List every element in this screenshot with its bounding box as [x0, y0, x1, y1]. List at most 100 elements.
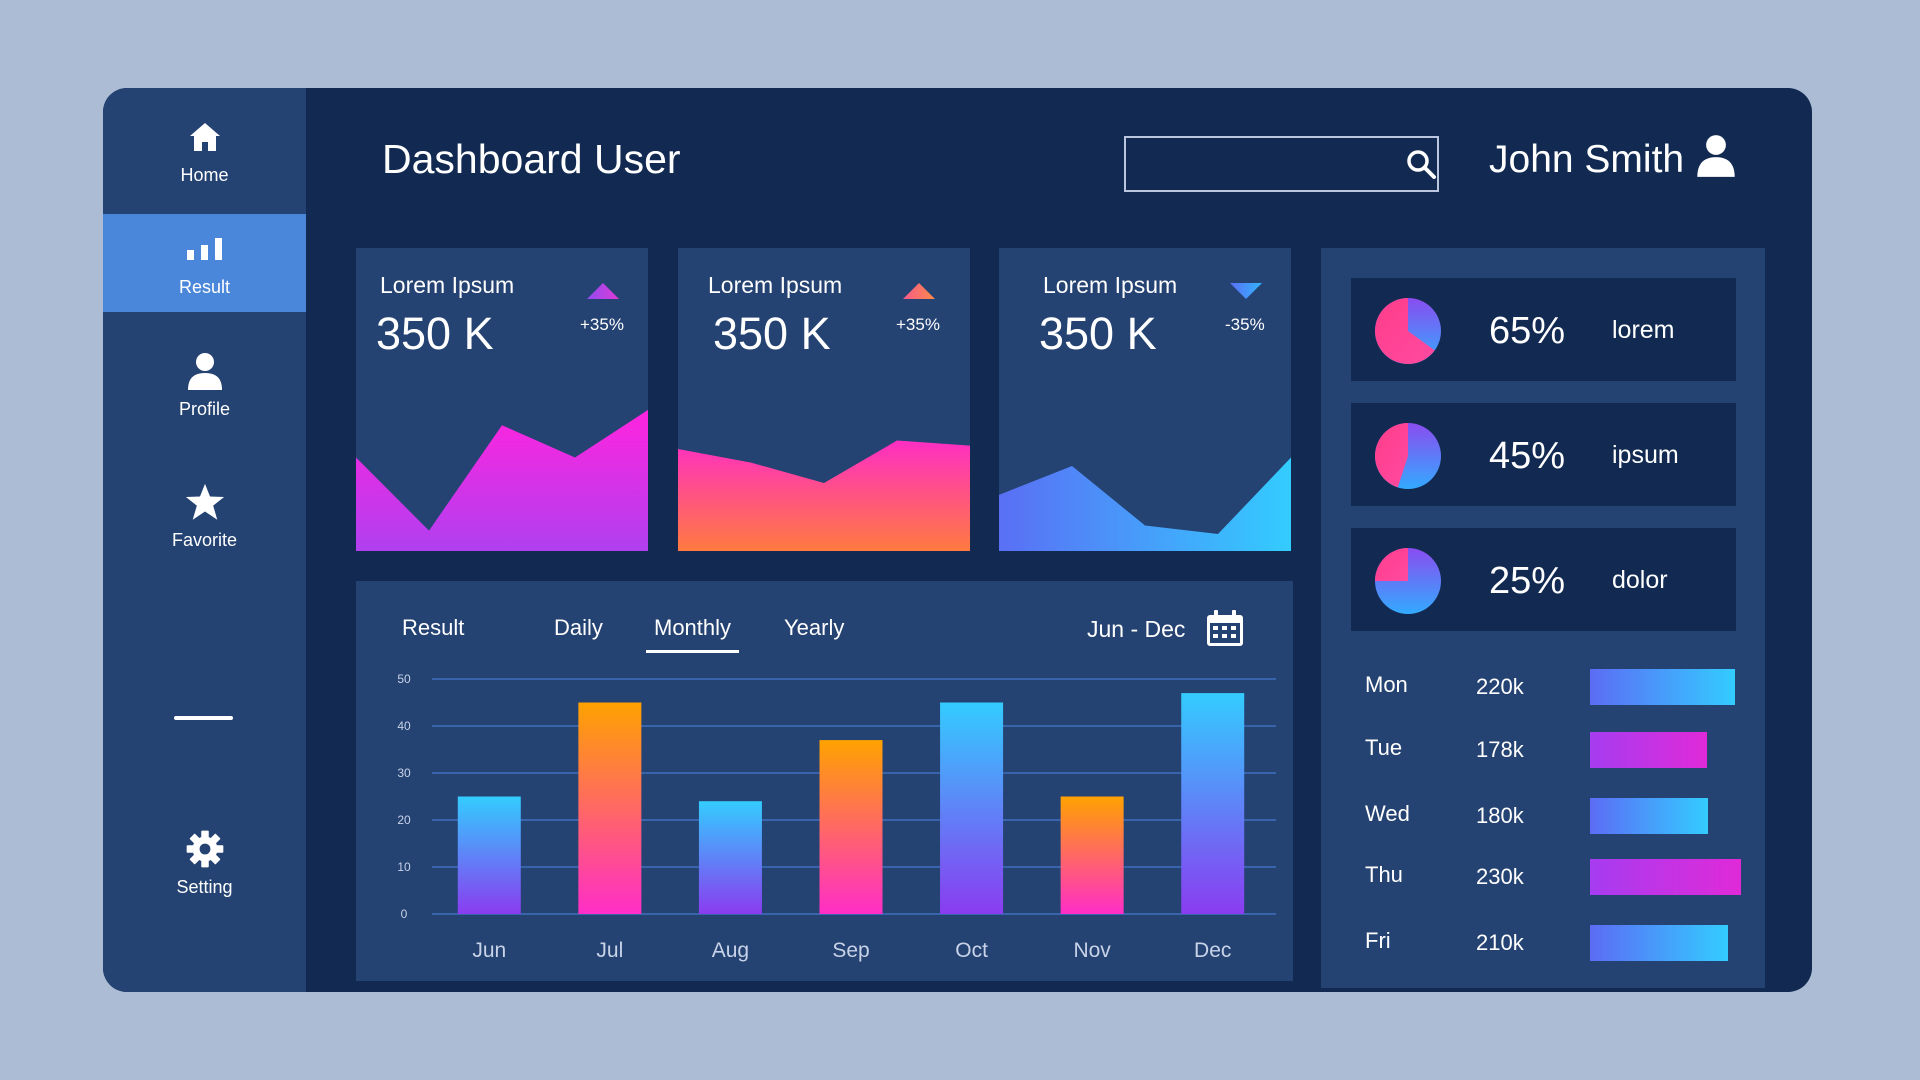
- day-name: Wed: [1365, 801, 1410, 826]
- sidebar-item-label: Profile: [178, 398, 231, 419]
- kpi-area: [678, 440, 970, 551]
- day-name: Tue: [1365, 735, 1403, 760]
- x-tick-label: Sep: [832, 939, 869, 962]
- kpi-change: -35%: [1225, 315, 1265, 334]
- kpi-value: 350 K: [1039, 308, 1157, 359]
- bar[interactable]: [578, 702, 642, 915]
- pie-chart-icon: [1375, 548, 1441, 614]
- pie-label: dolor: [1612, 566, 1668, 594]
- kpi-change: +35%: [896, 315, 940, 334]
- day-bar: [1590, 669, 1735, 705]
- home-icon: [185, 117, 225, 157]
- day-value: 178k: [1476, 737, 1524, 762]
- daily-stat-row: Mon 220k: [1321, 666, 1765, 706]
- bar[interactable]: [1060, 796, 1124, 915]
- search-icon[interactable]: [1405, 142, 1437, 186]
- search-input[interactable]: [1126, 138, 1405, 190]
- kpi-card[interactable]: Lorem Ipsum 350 K +35%: [356, 248, 648, 551]
- day-name: Thu: [1365, 862, 1403, 887]
- x-tick-label: Dec: [1194, 939, 1231, 962]
- pie-slice: [1375, 548, 1408, 581]
- trend-up-icon: [903, 283, 935, 299]
- stats-panel: 65% lorem 45% ipsum 25% dolor Mon 220k T…: [1321, 248, 1765, 988]
- kpi-area-chart: [678, 440, 970, 551]
- x-tick-label: Oct: [955, 939, 988, 962]
- monthly-bar-chart: 0 10 20 30 40 50 Jun Jul Aug Sep Oct Nov Dec: [397, 672, 1276, 962]
- calendar-icon[interactable]: [1205, 608, 1245, 648]
- user-name[interactable]: John Smith: [1489, 138, 1684, 182]
- user-icon: [185, 351, 225, 391]
- y-tick-label: 50: [397, 672, 411, 686]
- kpi-area: [356, 409, 648, 551]
- y-tick-label: 30: [397, 766, 411, 780]
- sidebar: Home Result Profile Favorite Setting: [103, 88, 306, 992]
- avatar[interactable]: [1696, 134, 1740, 178]
- pie-chart-icon: [1375, 298, 1441, 364]
- day-bar: [1590, 925, 1728, 961]
- result-chart-panel: Result Daily Monthly Yearly Jun - Dec 0 1…: [356, 581, 1293, 981]
- sidebar-item-label: Setting: [176, 876, 233, 897]
- daily-stat-row: Tue 178k: [1321, 729, 1765, 769]
- sidebar-item-home[interactable]: Home: [103, 88, 306, 214]
- day-value: 230k: [1476, 864, 1524, 889]
- kpi-label: Lorem Ipsum: [1043, 272, 1178, 298]
- x-tick-label: Aug: [712, 939, 749, 962]
- gear-icon: [185, 829, 225, 869]
- daily-stat-row: Thu 230k: [1321, 856, 1765, 896]
- day-bar: [1590, 732, 1707, 768]
- day-value: 180k: [1476, 803, 1524, 828]
- star-icon: [185, 482, 225, 522]
- sidebar-item-setting[interactable]: Setting: [103, 808, 306, 918]
- daily-stat-row: Fri 210k: [1321, 922, 1765, 962]
- x-tick-label: Jun: [472, 939, 506, 962]
- bar[interactable]: [819, 740, 883, 914]
- pie-stat-card[interactable]: 45% ipsum: [1351, 403, 1736, 506]
- kpi-area-chart: [999, 457, 1291, 551]
- sidebar-item-result[interactable]: Result: [103, 214, 306, 312]
- kpi-value: 350 K: [376, 308, 494, 359]
- sidebar-item-label: Home: [180, 164, 229, 185]
- date-range[interactable]: Jun - Dec: [1087, 616, 1185, 643]
- sidebar-item-label: Favorite: [171, 529, 238, 550]
- kpi-area-chart: [356, 409, 648, 551]
- kpi-value: 350 K: [713, 308, 831, 359]
- kpi-card[interactable]: Lorem Ipsum 350 K +35%: [678, 248, 970, 551]
- pie-stat-card[interactable]: 65% lorem: [1351, 278, 1736, 381]
- bar[interactable]: [698, 801, 762, 914]
- dashboard-window: Home Result Profile Favorite Setting Das…: [103, 88, 1812, 992]
- bar[interactable]: [457, 796, 521, 915]
- pie-label: lorem: [1612, 316, 1675, 344]
- y-tick-label: 40: [397, 719, 411, 733]
- pie-chart-icon: [1375, 423, 1441, 489]
- day-bar: [1590, 859, 1741, 895]
- pie-stat-card[interactable]: 25% dolor: [1351, 528, 1736, 631]
- tab-daily[interactable]: Daily: [554, 615, 603, 650]
- sidebar-divider: [174, 716, 233, 720]
- day-value: 210k: [1476, 930, 1524, 955]
- bar-chart-icon: [185, 229, 225, 269]
- y-tick-label: 0: [401, 907, 408, 921]
- tab-yearly[interactable]: Yearly: [784, 615, 844, 650]
- search-box[interactable]: [1124, 136, 1439, 192]
- daily-stat-row: Wed 180k: [1321, 795, 1765, 835]
- sidebar-item-profile[interactable]: Profile: [103, 330, 306, 440]
- kpi-label: Lorem Ipsum: [708, 272, 843, 298]
- kpi-label: Lorem Ipsum: [380, 272, 515, 298]
- kpi-card[interactable]: Lorem Ipsum 350 K -35%: [999, 248, 1291, 551]
- bar[interactable]: [940, 702, 1004, 915]
- kpi-area: [999, 457, 1291, 551]
- x-tick-label: Jul: [596, 939, 623, 962]
- day-name: Fri: [1365, 928, 1391, 953]
- tab-monthly[interactable]: Monthly: [646, 615, 740, 653]
- trend-down-icon: [1230, 283, 1262, 299]
- kpi-change: +35%: [580, 315, 624, 334]
- x-tick-label: Nov: [1073, 939, 1111, 962]
- pie-label: ipsum: [1612, 441, 1679, 469]
- sidebar-item-favorite[interactable]: Favorite: [103, 458, 306, 574]
- bar[interactable]: [1181, 693, 1245, 914]
- trend-up-icon: [587, 283, 619, 299]
- page-title: Dashboard User: [382, 136, 681, 182]
- result-panel-title: Result: [402, 615, 465, 640]
- day-value: 220k: [1476, 674, 1524, 699]
- pie-percent: 45%: [1489, 435, 1566, 477]
